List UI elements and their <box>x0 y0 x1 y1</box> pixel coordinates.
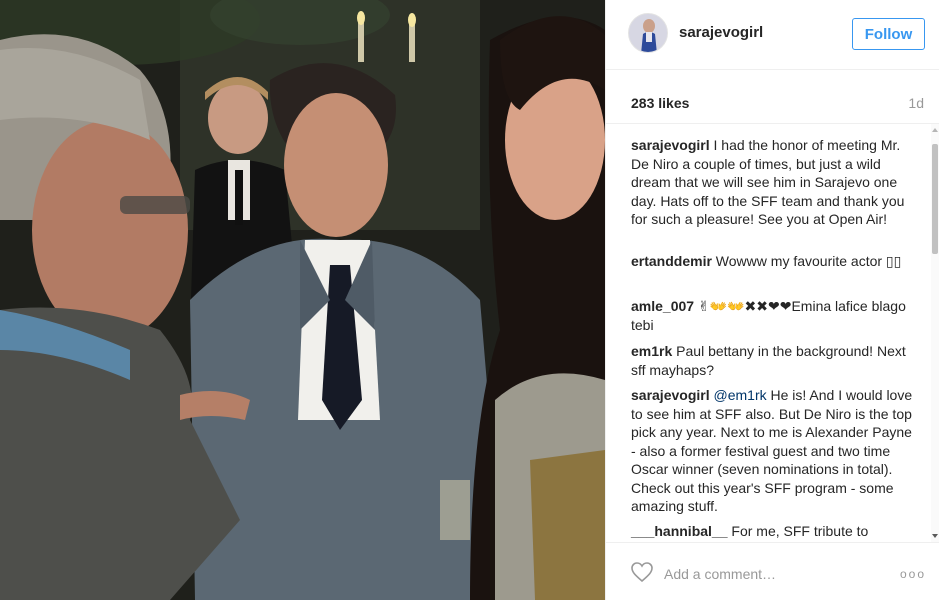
post-photo[interactable] <box>0 0 605 600</box>
likes-count[interactable]: 283 likes <box>631 95 689 111</box>
list-item: ___hannibal__ For me, SFF tribute to <box>631 522 916 541</box>
comment-author[interactable]: amle_007 <box>631 298 694 314</box>
scroll-up-arrow-icon[interactable] <box>932 128 938 132</box>
comments-scrollbar[interactable] <box>931 124 939 542</box>
heart-outline-icon[interactable] <box>630 561 654 588</box>
avatar[interactable] <box>628 13 668 53</box>
avatar-image <box>629 14 667 52</box>
comment-mention[interactable]: @em1rk <box>714 387 767 403</box>
add-comment-input[interactable] <box>664 563 884 585</box>
follow-button[interactable]: Follow <box>852 18 925 50</box>
scroll-thumb[interactable] <box>932 144 938 254</box>
list-item: em1rk Paul bettany in the background! Ne… <box>631 342 916 379</box>
list-item: ertanddemir Wowww my favourite actor ▯▯ <box>631 252 916 271</box>
list-item: amle_007 ✌👐👐✖✖❤❤Emina lafice blago tebi <box>631 297 916 334</box>
post-side-panel: sarajevogirl Follow 283 likes 1d sarajev… <box>605 0 939 600</box>
list-item: sarajevogirl @em1rk He is! And I would l… <box>631 386 916 516</box>
username-link[interactable]: sarajevogirl <box>679 24 763 41</box>
photo-scene <box>0 0 605 600</box>
comment-author[interactable]: em1rk <box>631 343 672 359</box>
scroll-down-arrow-icon[interactable] <box>932 534 938 538</box>
comment-author[interactable]: ertanddemir <box>631 253 712 269</box>
comment-text: Wowww my favourite actor ▯▯ <box>711 253 902 269</box>
comments-list[interactable]: sarajevogirl I had the honor of meeting … <box>606 124 939 542</box>
post-age[interactable]: 1d <box>908 95 924 111</box>
comment-author[interactable]: sarajevogirl <box>631 137 710 153</box>
comment-author[interactable]: sarajevogirl <box>631 387 710 403</box>
post-stats: 283 likes 1d <box>606 70 939 124</box>
post-header: sarajevogirl Follow <box>606 0 939 70</box>
list-item: sarajevogirl I had the honor of meeting … <box>631 136 916 229</box>
comment-footer: ooo <box>606 542 939 600</box>
comment-text: Paul bettany in the background! Next sff… <box>631 343 906 378</box>
comment-text: He is! And I would love to see him at SF… <box>631 387 913 514</box>
comment-author[interactable]: ___hannibal__ <box>631 523 728 539</box>
comment-text: For me, SFF tribute to <box>727 523 869 539</box>
more-options-icon[interactable]: ooo <box>900 567 926 581</box>
